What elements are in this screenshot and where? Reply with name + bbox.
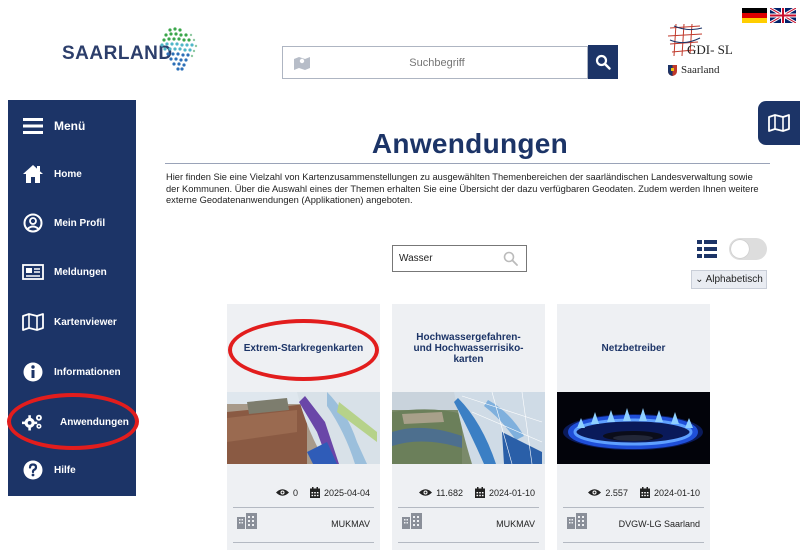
view-count: 0 xyxy=(292,487,298,498)
card-image-hochwasser[interactable] xyxy=(392,392,545,464)
title-divider xyxy=(165,163,770,164)
eye-icon xyxy=(588,489,602,496)
sidebar-item-meldungen[interactable]: Meldungen xyxy=(8,252,136,292)
menu-toggle-button[interactable]: Menü xyxy=(8,106,136,146)
card-title[interactable]: Hochwassergefahren- und Hochwasserrisiko… xyxy=(398,304,539,392)
building-icon xyxy=(237,513,257,529)
sidebar-item-label: Hilfe xyxy=(54,464,76,476)
map-panel-tab[interactable] xyxy=(758,101,800,145)
help-icon xyxy=(22,459,44,481)
card-divider xyxy=(563,507,704,508)
search-button[interactable] xyxy=(588,45,618,79)
building-icon xyxy=(567,513,587,529)
card-date: 2024-01-10 xyxy=(488,487,535,498)
app-card[interactable]: Hochwassergefahren- und Hochwasserrisiko… xyxy=(392,304,545,550)
sidebar-item-label: Informationen xyxy=(54,366,121,378)
card-stats: 2.557 2024-01-10 xyxy=(557,487,710,498)
sidebar-item-label: Meldungen xyxy=(54,266,107,278)
map-search-icon xyxy=(287,55,317,71)
newspaper-icon xyxy=(22,261,44,283)
home-icon xyxy=(22,163,44,185)
sidebar-item-hilfe[interactable]: Hilfe xyxy=(8,450,136,490)
card-date: 2024-01-10 xyxy=(653,487,700,498)
page-title: Anwendungen xyxy=(371,128,569,159)
intro-text: Hier finden Sie eine Vielzahl von Karten… xyxy=(166,172,759,205)
card-divider xyxy=(563,542,704,543)
saarland-crest-icon xyxy=(668,64,677,76)
language-switcher xyxy=(742,8,796,23)
calendar-icon xyxy=(309,487,320,498)
map-icon xyxy=(768,114,790,132)
search-box xyxy=(282,46,588,79)
card-stats: 0 2025-04-04 xyxy=(227,487,380,498)
filter-input[interactable] xyxy=(393,253,493,264)
card-owner: MUKMAV xyxy=(496,519,535,529)
building-icon xyxy=(402,513,422,529)
card-divider xyxy=(398,542,539,543)
card-owner: MUKMAV xyxy=(331,519,370,529)
sidebar-item-informationen[interactable]: Informationen xyxy=(8,352,136,392)
gdi-title: GDI- SL xyxy=(687,42,733,57)
chevron-down-icon: ⌄ xyxy=(695,274,704,285)
sidebar-item-kartenviewer[interactable]: Kartenviewer xyxy=(8,302,136,342)
eye-icon xyxy=(275,489,289,496)
sidebar-item-label: Home xyxy=(54,168,82,180)
card-title[interactable]: Netzbetreiber xyxy=(563,304,704,392)
search-input[interactable] xyxy=(317,56,587,69)
saarland-dots-icon xyxy=(160,27,198,71)
card-stats: 11.682 2024-01-10 xyxy=(392,487,545,498)
view-count: 11.682 xyxy=(436,487,463,498)
card-date: 2025-04-04 xyxy=(323,487,370,498)
card-image-netzbetreiber[interactable] xyxy=(557,392,710,464)
search-icon xyxy=(595,54,611,70)
card-image-starkregen[interactable] xyxy=(227,392,380,464)
sidebar-item-mein-profil[interactable]: Mein Profil xyxy=(8,203,136,243)
eye-icon xyxy=(419,489,433,496)
card-divider xyxy=(233,542,374,543)
view-count: 2.557 xyxy=(605,487,628,498)
gdi-sl-logo[interactable]: GDI- SL Saarland xyxy=(660,22,740,84)
calendar-icon xyxy=(474,487,485,498)
user-circle-icon xyxy=(22,212,44,234)
search-icon[interactable] xyxy=(503,251,518,266)
page-root: SAARLAND Suchbegriff GDI- SL Saarland Me… xyxy=(0,0,800,550)
gdi-subtitle: Saarland xyxy=(681,64,720,76)
sidebar-item-home[interactable]: Home xyxy=(8,154,136,194)
toggle-knob xyxy=(731,240,749,258)
card-divider xyxy=(233,507,374,508)
card-divider xyxy=(398,507,539,508)
sidebar-item-label: Kartenviewer xyxy=(54,316,117,328)
app-card[interactable]: Netzbetreiber 2.557 2024-01-10 DVGW-LG S… xyxy=(557,304,710,550)
info-icon xyxy=(22,361,44,383)
uk-flag-icon[interactable] xyxy=(770,8,796,23)
hamburger-icon xyxy=(22,115,44,137)
saarland-logo[interactable]: SAARLAND xyxy=(62,26,198,76)
sort-label: Alphabetisch xyxy=(705,274,763,285)
view-toggle[interactable] xyxy=(729,238,767,260)
card-owner: DVGW-LG Saarland xyxy=(618,519,700,529)
highlight-card-title-annotation xyxy=(228,319,379,381)
menu-label: Menü xyxy=(54,119,86,133)
sort-dropdown[interactable]: ⌄ Alphabetisch xyxy=(691,270,767,289)
gdi-subtitle-row: Saarland xyxy=(668,64,719,76)
map-icon xyxy=(22,311,44,333)
highlight-anwendungen-annotation xyxy=(7,393,139,450)
list-view-icon[interactable] xyxy=(697,240,717,258)
sidebar-item-label: Mein Profil xyxy=(54,217,106,229)
german-flag-icon[interactable] xyxy=(742,8,767,23)
filter-box xyxy=(392,245,527,272)
calendar-icon xyxy=(639,487,650,498)
